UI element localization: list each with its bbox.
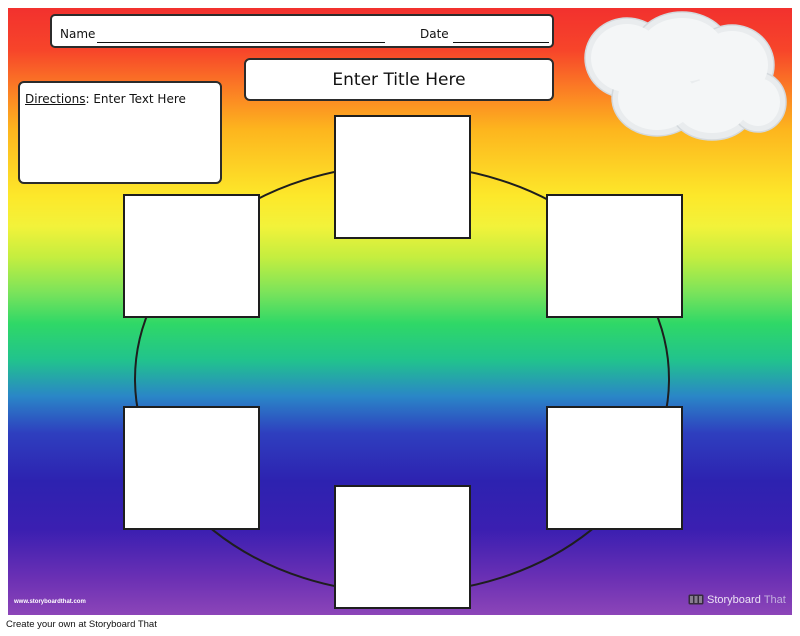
cycle-box-lower-left[interactable] [123,406,260,530]
cycle-box-lower-right[interactable] [546,406,683,530]
film-icon [688,594,704,605]
worksheet: Name Date Enter Title Here Directions: E… [8,8,792,615]
cycle-box-top[interactable] [334,115,471,239]
cycle-box-upper-right[interactable] [546,194,683,318]
storyboardthat-logo: Storyboard That [688,593,786,606]
footer-text[interactable]: Create your own at Storyboard That [6,619,157,630]
logo-text-storyboard: Storyboard [707,593,761,606]
cycle-box-bottom[interactable] [334,485,471,609]
logo-text-that: That [763,593,786,606]
cycle-box-upper-left[interactable] [123,194,260,318]
watermark-url: www.storyboardthat.com [14,599,86,605]
